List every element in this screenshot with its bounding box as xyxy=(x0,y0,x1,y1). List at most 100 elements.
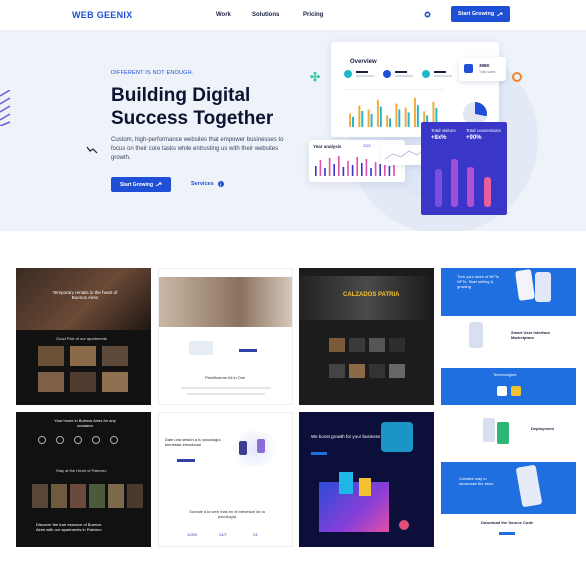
psych-stat-1: 103% xyxy=(187,532,198,537)
shoe-photo xyxy=(329,338,345,352)
project-tile-psychology[interactable]: Dale una sesión a tu psicología bienesta… xyxy=(158,412,293,547)
overview-bar xyxy=(358,105,361,128)
shoe-photo xyxy=(389,338,405,352)
sales-value: 398K xyxy=(479,63,490,68)
room-photo xyxy=(70,372,96,392)
city-photo xyxy=(32,484,48,508)
project-tile-apps[interactable]: Deployment Creative way to showcase the … xyxy=(441,412,576,547)
year-bar xyxy=(342,167,345,176)
year-analysis-title: Year analysis xyxy=(313,144,342,149)
year-bar xyxy=(347,161,349,176)
device-image xyxy=(189,341,213,355)
services-link[interactable]: Services i xyxy=(191,181,224,187)
project-tile-hotel-2[interactable]: Your home in Buenos Aires for any occasi… xyxy=(16,412,151,547)
text-line xyxy=(181,387,271,389)
start-growing-button[interactable]: Start Growing xyxy=(111,177,171,192)
overview-bar xyxy=(367,109,370,128)
download-button[interactable] xyxy=(499,532,515,535)
project-tile-hotel[interactable]: Temporary rentals in the heart of Buenos… xyxy=(16,268,151,405)
hotel-subhead: Good Pick of our apartments xyxy=(56,336,107,341)
trend-mini-card xyxy=(381,145,425,165)
hero-description: Custom, high-performance websites that e… xyxy=(111,137,284,161)
shoes-banner xyxy=(299,276,434,320)
hero-title: Building Digital Success Together xyxy=(111,84,311,130)
info-icon: i xyxy=(217,181,224,187)
year-bar xyxy=(379,164,381,176)
overview-bar xyxy=(370,113,373,128)
nft-headline: Turn your store of NFTs NFTs. Start sell… xyxy=(457,274,499,289)
shoe-photo xyxy=(369,338,385,352)
squiggle-decoration-icon xyxy=(86,146,98,154)
logo[interactable]: WEB GEENIX xyxy=(72,10,133,20)
cta-mini-button xyxy=(311,452,327,455)
year-bar xyxy=(365,159,368,176)
start-growing-header-label: Start Growing xyxy=(457,11,495,17)
city-photo xyxy=(89,484,105,508)
psych-stat-3: 24 xyxy=(253,532,258,537)
shoe-photo xyxy=(349,338,365,352)
psych-headline: Dale una sesión a tu psicología bienesta… xyxy=(165,437,221,447)
cart-icon[interactable] xyxy=(424,11,431,18)
nav-work[interactable]: Work xyxy=(216,12,231,18)
arrow-icon xyxy=(497,12,503,16)
plus-decoration-icon: ✣ xyxy=(310,70,321,84)
building-block xyxy=(359,478,371,496)
year-bar xyxy=(328,158,331,176)
start-growing-header-button[interactable]: Start Growing xyxy=(451,6,510,22)
city-photo xyxy=(108,484,124,508)
person-figure xyxy=(239,441,247,455)
overview-bar xyxy=(349,113,352,128)
psych-stat-2: 24/7 xyxy=(219,532,227,537)
shoes-brand: CALZADOS PATRIA xyxy=(343,292,400,298)
sales-label: Total sales xyxy=(479,70,496,74)
overview-bar xyxy=(407,112,410,128)
amenity-icon xyxy=(74,436,82,444)
overview-bar xyxy=(398,109,401,128)
shoe-photo xyxy=(349,364,365,378)
hotel2-footer: Discover the true essence of Buenos Aire… xyxy=(36,522,102,532)
project-tile-shoes[interactable]: CALZADOS PATRIA xyxy=(299,268,434,405)
growth-headline: We boost growth for your business xyxy=(311,434,381,439)
robot-illustration xyxy=(381,422,413,452)
arrow-icon xyxy=(156,182,162,187)
person-figure xyxy=(257,439,265,453)
text-line xyxy=(187,393,265,395)
year-bar xyxy=(370,168,372,176)
room-photo xyxy=(102,372,128,392)
sales-stat-card: 398K Total sales xyxy=(459,57,506,81)
nav-pricing[interactable]: Pricing xyxy=(303,12,323,18)
total-conversions-label: Total conversions xyxy=(466,128,501,133)
phone-mockup xyxy=(535,272,551,302)
visitor-bar xyxy=(484,177,491,207)
visitor-bar xyxy=(451,159,458,207)
year-bar xyxy=(338,156,340,176)
hero-title-line1: Building Digital xyxy=(111,85,251,106)
overview-stat xyxy=(422,70,452,78)
year-bar xyxy=(324,168,326,176)
stripe-decoration-icon xyxy=(0,90,11,126)
hero-eyebrow: DIFFERENT IS NOT ENOUGH. xyxy=(111,70,194,76)
project-tile-growth[interactable]: We boost growth for your business xyxy=(299,412,434,547)
project-tile-nfts[interactable]: Turn your store of NFTs NFTs. Start sell… xyxy=(441,268,576,405)
shoe-photo xyxy=(329,364,345,378)
therapy-photo xyxy=(159,277,292,327)
site-header: WEB GEENIX Work Solutions Pricing Start … xyxy=(0,0,586,30)
nav-solutions[interactable]: Solutions xyxy=(252,12,279,18)
city-photo xyxy=(51,484,67,508)
hotel-headline: Temporary rentals in the heart of Buenos… xyxy=(52,290,118,300)
nft-section-title: Smart User Interface Marketplace xyxy=(511,330,551,340)
project-tile-wellness[interactable]: Planificarme All in One xyxy=(158,268,293,405)
year-chip: 2022 xyxy=(363,144,371,148)
showcase-band xyxy=(441,462,576,514)
cta-mini-button xyxy=(177,459,195,462)
overview-stat xyxy=(383,70,413,78)
hero-title-line2: Success Together xyxy=(111,108,274,129)
building-block xyxy=(339,472,353,494)
room-photo xyxy=(38,372,64,392)
overview-bar xyxy=(361,110,364,128)
chart-bubble xyxy=(399,520,409,530)
year-bar xyxy=(333,164,335,176)
room-photo xyxy=(102,346,128,366)
year-bar xyxy=(351,165,354,176)
hotel2-headline: Your home in Buenos Aires for any occasi… xyxy=(54,418,116,428)
